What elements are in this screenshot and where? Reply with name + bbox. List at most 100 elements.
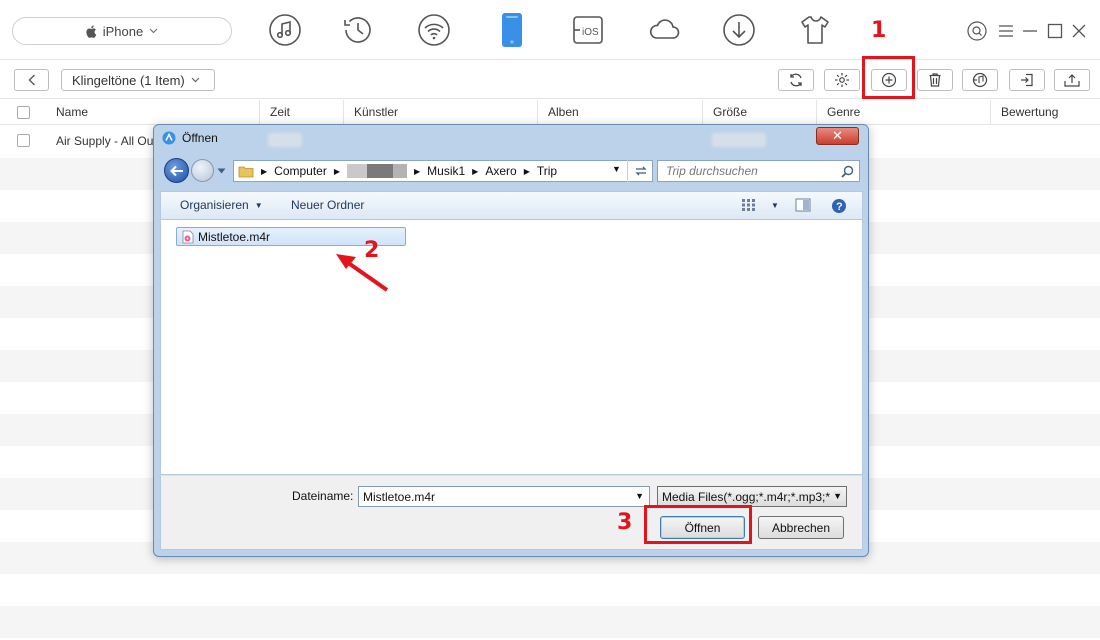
download-icon[interactable] [721,12,757,48]
redacted-segment [347,164,367,178]
wifi-icon[interactable] [416,12,452,48]
breadcrumb-separator-icon: ▶ [333,166,340,176]
refresh-button[interactable] [778,69,814,91]
filename-dropdown-icon[interactable]: ▼ [635,491,644,501]
cancel-button[interactable]: Abbrechen [758,516,844,539]
step-marker-3: 3 [617,510,633,535]
app-icon [162,131,176,145]
column-time[interactable]: Zeit [260,100,344,125]
organize-label: Organisieren [180,198,249,212]
step-marker-2: 2 [364,238,380,263]
breadcrumb-axero[interactable]: Axero [485,164,516,178]
refresh-icon [634,166,647,176]
blurred-size [712,133,766,147]
breadcrumb-musik1[interactable]: Musik1 [427,164,465,178]
breadcrumb-separator-icon: ▶ [414,166,421,176]
column-rating[interactable]: Bewertung [991,100,1100,125]
table-row-empty [0,606,1100,638]
refresh-icon [790,73,802,87]
nav-back-button[interactable] [164,158,189,183]
apple-icon [86,25,96,38]
annotation-arrow-icon [336,254,389,292]
view-menu[interactable]: ▼ [741,198,779,212]
table-row-empty [0,574,1100,606]
column-name[interactable]: Name [46,100,260,125]
delete-icon [929,73,941,87]
history-icon[interactable] [340,12,376,48]
view-grid-icon [742,199,755,211]
breadcrumb-separator-icon: ▶ [261,166,268,176]
dialog-title: Öffnen [182,131,218,145]
export-button[interactable] [1054,69,1090,91]
redacted-segment [367,164,393,178]
organize-menu[interactable]: Organisieren ▼ [180,198,263,212]
address-bar[interactable]: ▶ Computer ▶ ▶ Musik1 ▶ Axero ▶ Trip ▼ [233,160,653,182]
breadcrumb-separator-icon: ▶ [523,166,530,176]
device-name: iPhone [102,23,144,39]
folder-icon [238,166,254,178]
table-header: Name Zeit Künstler Alben Größe Genre Bew… [0,100,1100,125]
svg-text:iOS: iOS [582,27,599,38]
search-icon[interactable] [966,20,988,42]
step-marker-1: 1 [871,18,887,43]
settings-icon [835,73,849,87]
nav-forward-button[interactable] [191,159,214,182]
address-row: ▶ Computer ▶ ▶ Musik1 ▶ Axero ▶ Trip ▼ T… [161,158,861,184]
delete-button[interactable] [917,69,953,91]
column-genre[interactable]: Genre [817,100,991,125]
maximize-icon[interactable] [1046,20,1064,42]
device-selector[interactable]: iPhone [12,17,232,45]
recent-dropdown-icon[interactable] [217,168,226,174]
settings-button[interactable] [824,69,860,91]
column-size[interactable]: Größe [703,100,817,125]
address-dropdown-icon[interactable]: ▼ [612,164,621,174]
chevron-down-icon [191,77,200,83]
new-folder-button[interactable]: Neuer Ordner [291,198,364,212]
row-name: Air Supply - All Ou [56,134,154,148]
highlight-open-button [644,505,752,544]
filetype-value: Media Files(*.ogg;*.m4r;*.mp3;* [662,489,831,504]
to-itunes-button[interactable] [962,69,998,91]
help-icon: ? [832,199,846,213]
close-icon[interactable] [1070,20,1088,42]
to-itunes-icon [972,72,988,88]
dialog-close-button[interactable]: ✕ [816,127,859,145]
dropdown-arrow-icon: ▼ [771,200,779,210]
preview-pane-button[interactable] [795,198,811,212]
filename-input[interactable]: Mistletoe.m4r ▼ [358,486,650,507]
search-icon[interactable] [841,165,854,178]
chevron-left-icon [28,74,35,86]
menu-icon[interactable] [997,20,1015,42]
column-album[interactable]: Alben [538,100,703,125]
file-list: Mistletoe.m4r [160,219,863,475]
secondary-toolbar: Klingeltöne (1 Item) [0,61,1100,99]
address-refresh-button[interactable] [627,160,653,182]
column-artist[interactable]: Künstler [344,100,538,125]
open-file-dialog: Öffnen ✕ ▶ Computer ▶ ▶ Musik1 ▶ Axero ▶… [153,124,869,557]
export-icon [1064,74,1080,87]
phone-icon[interactable] [494,12,530,48]
redacted-segment [393,164,407,178]
tshirt-icon[interactable] [797,12,833,48]
category-label: Klingeltöne (1 Item) [72,72,185,88]
breadcrumb-separator-icon: ▶ [472,166,479,176]
category-selector[interactable]: Klingeltöne (1 Item) [61,69,215,91]
breadcrumb-computer[interactable]: Computer [274,164,327,178]
cloud-icon[interactable] [646,12,682,48]
row-checkbox[interactable] [17,134,30,147]
dropdown-arrow-icon: ▼ [254,200,263,210]
arrow-left-icon [169,165,183,176]
import-button[interactable] [1009,69,1045,91]
chevron-down-icon [149,28,158,34]
ios-transfer-icon[interactable]: iOS [570,12,606,48]
filetype-select[interactable]: Media Files(*.ogg;*.m4r;*.mp3;* ▼ [657,486,847,507]
breadcrumb-trip[interactable]: Trip [537,164,557,178]
music-icon[interactable] [267,12,303,48]
filename-label: Dateiname: [292,489,354,503]
back-button[interactable] [14,69,49,91]
minimize-icon[interactable] [1021,20,1039,42]
select-all-checkbox[interactable] [17,106,30,119]
blurred-time [268,133,302,147]
search-input[interactable]: Trip durchsuchen [657,160,860,182]
help-button[interactable]: ? [831,198,847,214]
